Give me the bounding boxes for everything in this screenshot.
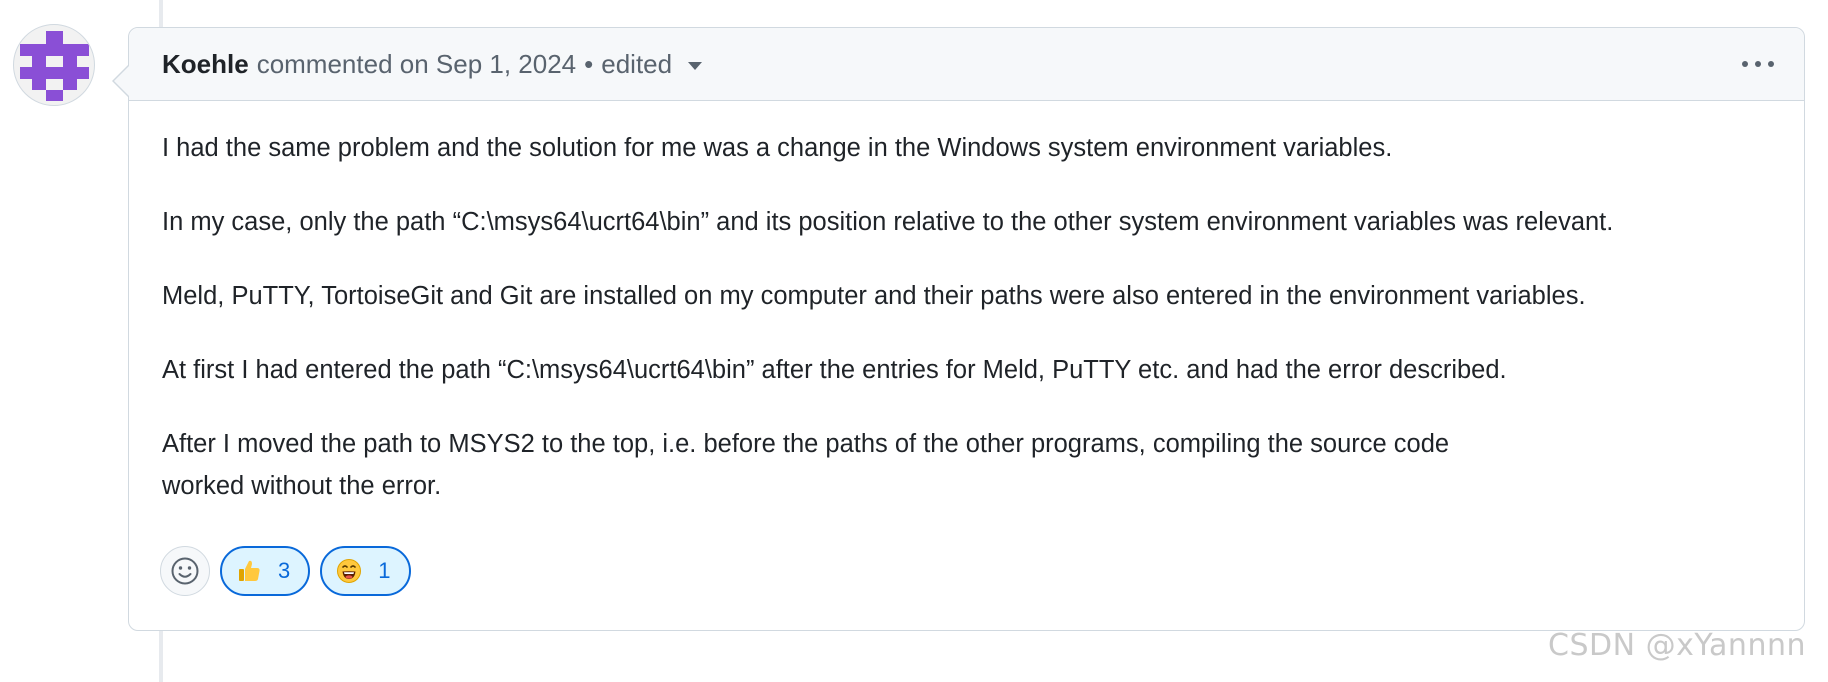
comment-paragraph: At first I had entered the path “C:\msys…	[162, 356, 1507, 384]
reaction-count: 3	[278, 558, 291, 583]
add-reaction-button[interactable]	[160, 546, 210, 596]
comment-action-text: commented on	[256, 48, 429, 79]
comment-body: I had the same problem and the solution …	[129, 101, 1804, 507]
kebab-dot-icon	[1755, 61, 1761, 67]
user-avatar[interactable]	[13, 24, 95, 106]
reaction-count: 1	[378, 558, 391, 583]
kebab-dot-icon	[1742, 61, 1748, 67]
edited-label: edited	[601, 48, 673, 79]
identicon-icon	[20, 31, 89, 101]
comment-paragraph: After I moved the path to MSYS2 to the t…	[162, 430, 1450, 500]
comment-options-button[interactable]	[1742, 50, 1774, 78]
comment-author-link[interactable]: Koehle	[162, 49, 249, 80]
comment-paragraph: In my case, only the path “C:\msys64\ucr…	[162, 208, 1614, 236]
comment-paragraph: Meld, PuTTY, TortoiseGit and Git are ins…	[162, 282, 1586, 310]
comment-paragraph: I had the same problem and the solution …	[162, 134, 1393, 162]
kebab-dot-icon	[1768, 61, 1774, 67]
watermark-text: CSDN @xYannnn	[1548, 628, 1806, 663]
header-separator: •	[584, 48, 594, 79]
reaction-laugh-button[interactable]: 1	[320, 546, 411, 596]
comment-header: Koehle commented on Sep 1, 2024 • edited	[129, 28, 1804, 101]
edited-history-dropdown[interactable]: edited	[601, 48, 703, 80]
comment-date-link[interactable]: Sep 1, 2024	[436, 49, 576, 80]
triangle-down-icon	[688, 62, 703, 70]
grinning-face-icon	[337, 559, 362, 583]
reactions-bar: 3 1	[160, 546, 411, 596]
smiley-icon	[171, 557, 199, 585]
thumbs-up-icon	[239, 560, 260, 581]
reaction-thumbs-up-button[interactable]: 3	[220, 546, 311, 596]
comment-card: Koehle commented on Sep 1, 2024 • edited…	[112, 27, 1805, 631]
